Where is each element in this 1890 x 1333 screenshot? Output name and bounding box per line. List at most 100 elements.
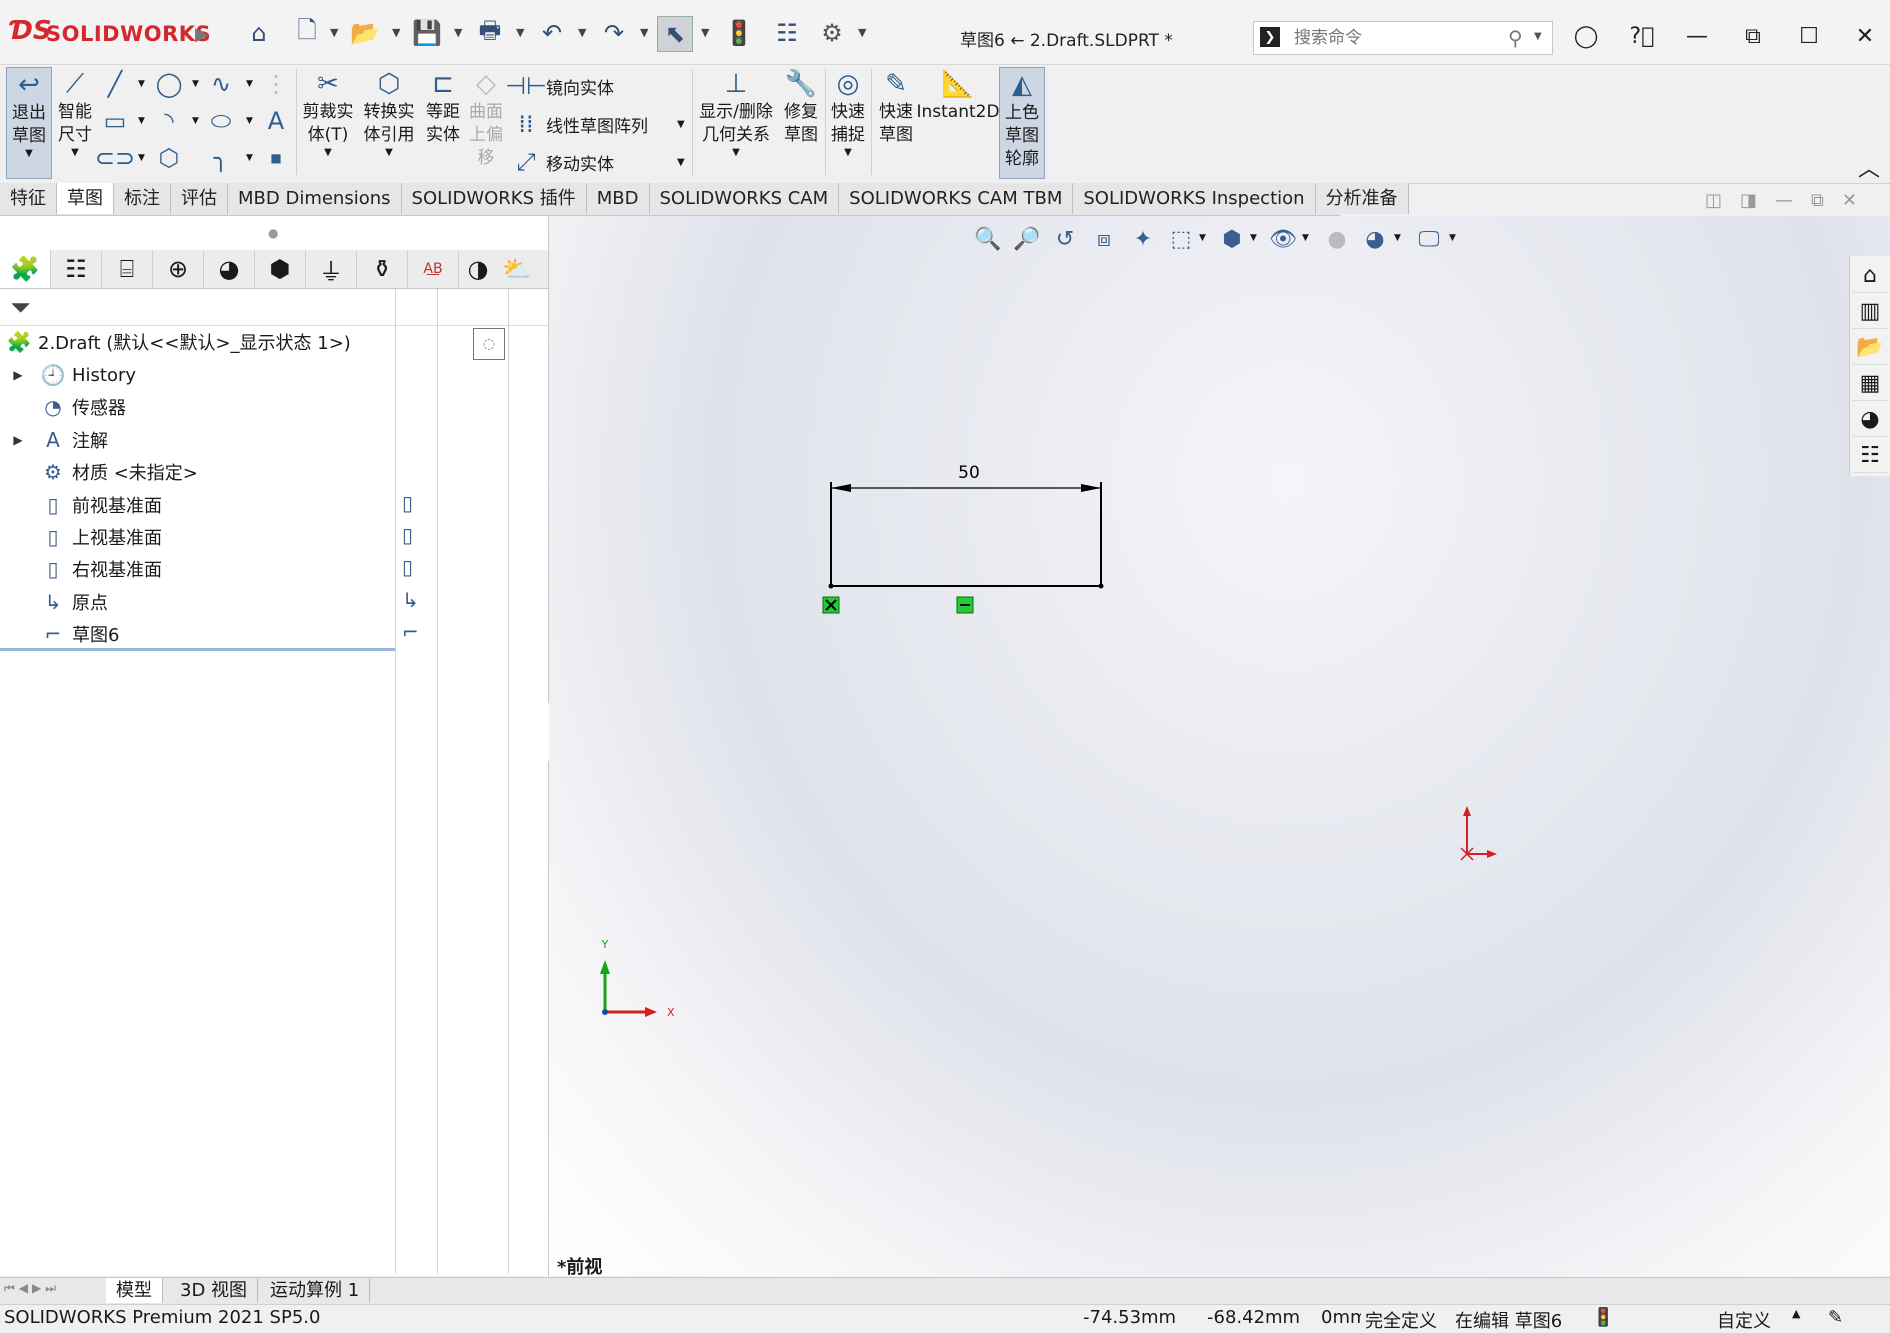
tab-3[interactable]: 评估 xyxy=(171,183,228,214)
view-palette-icon[interactable]: ▦ xyxy=(1852,366,1888,401)
property-manager-icon[interactable]: ☷ xyxy=(51,250,102,288)
chevron-down-icon[interactable]: ▼ xyxy=(844,147,852,158)
rectangle-icon[interactable]: ▭ xyxy=(101,106,129,136)
search-box[interactable]: ❯ ⚲ ▼ xyxy=(1253,21,1553,55)
minimize-icon[interactable]: — xyxy=(1677,18,1717,54)
tile-right-icon[interactable]: ◨ xyxy=(1740,190,1757,211)
select-icon[interactable]: ⬉ xyxy=(657,16,693,52)
tab-5[interactable]: SOLIDWORKS 插件 xyxy=(401,183,587,214)
zoom-to-fit-icon[interactable]: 🔍 xyxy=(969,222,1007,256)
chevron-down-icon[interactable]: ▼ xyxy=(1534,31,1542,42)
configuration-manager-icon[interactable]: ⌸ xyxy=(102,250,153,288)
sketch-point[interactable] xyxy=(1098,583,1104,589)
offset-surface-button[interactable]: ◇ 曲面 上偏 移 xyxy=(466,67,506,170)
rebuild-icon[interactable]: 🚦 xyxy=(722,16,756,50)
custom-properties-icon[interactable]: ☷ xyxy=(1852,438,1888,473)
tab-10[interactable]: 分析准备 xyxy=(1315,183,1409,214)
chevron-down-icon[interactable]: ▼ xyxy=(454,26,462,39)
previous-view-icon[interactable]: ↺ xyxy=(1046,222,1084,256)
close-doc-icon[interactable]: ✕ xyxy=(1842,190,1857,211)
tab-model[interactable]: 模型 xyxy=(106,1278,163,1303)
chevron-down-icon[interactable]: ▼ xyxy=(138,79,145,89)
tree-item-3[interactable]: ⚙ 材质 <未指定> xyxy=(8,456,198,488)
circle-icon[interactable]: ◯ xyxy=(155,69,183,99)
search-input[interactable] xyxy=(1292,24,1496,52)
appearance-icon[interactable]: ◑ xyxy=(459,250,497,288)
sketch-icon[interactable]: ⌐ xyxy=(402,620,419,644)
tree-item-2[interactable]: ▶ A 注解 xyxy=(8,424,108,456)
tree-item-7[interactable]: ↳ 原点 xyxy=(8,586,108,618)
cam-operation-tree-icon[interactable]: ⏚ xyxy=(306,250,357,288)
text-icon[interactable]: A xyxy=(262,106,290,136)
chevron-down-icon[interactable]: ▼ xyxy=(330,26,338,39)
search-icon[interactable]: ⚲ xyxy=(1508,26,1523,50)
appearances-icon[interactable]: ◕ xyxy=(1852,402,1888,437)
point-icon[interactable]: ■ xyxy=(262,143,290,173)
move-entities-button[interactable]: ⤢ 移动实体 xyxy=(512,147,614,177)
tab-motion-study[interactable]: 运动算例 1 xyxy=(260,1278,371,1303)
tab-6[interactable]: MBD xyxy=(586,183,650,214)
apply-scene-icon[interactable]: ◕ xyxy=(1356,222,1394,256)
help-icon[interactable]: ?⃝ xyxy=(1622,18,1662,54)
tree-item-6[interactable]: ▯ 右视基准面 xyxy=(8,553,162,585)
offset-entities-button[interactable]: ⊏ 等距 实体 xyxy=(420,67,466,147)
trim-entities-button[interactable]: ✂ 剪裁实 体(T) ▼ xyxy=(299,67,357,158)
expand-arrow-icon[interactable]: ▶ xyxy=(8,433,28,447)
sketch-point[interactable] xyxy=(828,583,834,589)
tile-left-icon[interactable]: ◫ xyxy=(1705,190,1722,211)
maximize-icon[interactable]: ☐ xyxy=(1789,18,1829,54)
view-orientation-icon[interactable]: ⬚ xyxy=(1162,222,1200,256)
chevron-down-icon[interactable]: ▼ xyxy=(392,26,400,39)
sketch-rectangle[interactable] xyxy=(828,482,1104,589)
polygon-icon[interactable]: ⬡ xyxy=(155,143,183,173)
tab-1[interactable]: 草图 xyxy=(57,183,114,214)
chevron-down-icon[interactable]: ▼ xyxy=(246,116,253,126)
tab-7[interactable]: SOLIDWORKS CAM xyxy=(649,183,840,214)
chevron-down-icon[interactable]: ▼ xyxy=(138,116,145,126)
chevron-down-icon[interactable]: ▼ xyxy=(192,116,199,126)
instant2d-button[interactable]: 📐 Instant2D xyxy=(916,67,999,124)
chevron-down-icon[interactable]: ▼ xyxy=(1394,233,1401,243)
dynamic-reference-icon[interactable]: ◌ xyxy=(473,328,505,360)
smart-dimension-button[interactable]: ⟋ 智能 尺寸 ▼ xyxy=(52,67,98,159)
chevron-down-icon[interactable]: ▼ xyxy=(1250,233,1257,243)
close-icon[interactable]: ✕ xyxy=(1845,18,1885,54)
tree-item-0[interactable]: ▶ 🕘 History xyxy=(8,359,136,391)
tab-3d-view[interactable]: 3D 视图 xyxy=(170,1278,259,1303)
construction-icon[interactable]: ⋮ xyxy=(262,69,290,99)
origin-icon[interactable]: ↳ xyxy=(402,588,419,612)
linear-pattern-button[interactable]: ⁞⁞ 线性草图阵列 xyxy=(512,109,648,139)
collapse-ribbon-icon[interactable]: ︿ xyxy=(1858,151,1880,183)
dimension-text[interactable]: 50 xyxy=(958,463,980,483)
expand-menu-icon[interactable]: ▶ xyxy=(195,24,209,45)
chevron-down-icon[interactable]: ▼ xyxy=(138,153,145,163)
mirror-entities-button[interactable]: ⊣⊢ 镜向实体 xyxy=(505,71,614,101)
display-manager-icon[interactable]: ◕ xyxy=(204,250,255,288)
unit-system[interactable]: 自定义 xyxy=(1717,1307,1771,1333)
chevron-down-icon[interactable]: ▼ xyxy=(677,157,685,168)
zoom-to-area-icon[interactable]: 🔎 xyxy=(1008,222,1046,256)
undo-icon[interactable]: ↶ xyxy=(535,16,569,50)
section-view-icon[interactable]: ⧈ xyxy=(1085,222,1123,256)
splitter-handle-icon[interactable]: ● xyxy=(268,226,278,240)
exit-sketch-button[interactable]: ↩ 退出 草图 ▼ xyxy=(6,67,52,179)
dimxpert-icon[interactable]: ⊕ xyxy=(153,250,204,288)
design-library-icon[interactable]: ▥ xyxy=(1852,294,1888,329)
chevron-down-icon[interactable]: ▼ xyxy=(385,147,393,158)
ellipse-icon[interactable]: ⬭ xyxy=(207,106,235,136)
chevron-down-icon[interactable]: ▼ xyxy=(246,79,253,89)
file-properties-icon[interactable]: ☷ xyxy=(770,16,804,50)
arc-icon[interactable]: ◝ xyxy=(155,106,183,136)
hide-show-icon[interactable]: 👁 xyxy=(1264,222,1302,256)
file-explorer-icon[interactable]: 📂 xyxy=(1852,330,1888,365)
view-settings-icon[interactable]: 🖵 xyxy=(1410,222,1448,256)
chevron-down-icon[interactable]: ▼ xyxy=(516,26,524,39)
tree-item-1[interactable]: ◔ 传感器 xyxy=(8,391,126,423)
plane-icon[interactable]: ▯ xyxy=(402,555,413,579)
chevron-down-icon[interactable]: ▼ xyxy=(732,147,740,158)
rollback-bar[interactable] xyxy=(0,648,395,651)
fixed-relation-icon[interactable] xyxy=(822,596,840,614)
redo-icon[interactable]: ↷ xyxy=(597,16,631,50)
chevron-down-icon[interactable]: ▼ xyxy=(677,119,685,130)
plane-icon[interactable]: ▯ xyxy=(402,491,413,515)
